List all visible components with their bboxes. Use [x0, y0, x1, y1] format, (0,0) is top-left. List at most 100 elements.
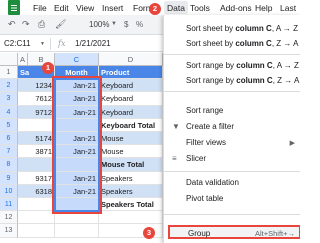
- table-cell[interactable]: Keyboard: [99, 79, 163, 93]
- table-cell[interactable]: 6318: [18, 184, 55, 198]
- table-cell[interactable]: [55, 198, 99, 212]
- table-cell[interactable]: Speakers Total: [99, 198, 163, 212]
- menu-divider: [164, 214, 300, 215]
- table-cell[interactable]: Keyboard Total: [99, 118, 163, 132]
- table-cell[interactable]: 5174: [18, 132, 55, 146]
- table-cell[interactable]: Mouse Total: [99, 158, 163, 172]
- redo-icon[interactable]: ↷: [22, 19, 30, 30]
- menu-item-filter-views[interactable]: Filter views: [186, 138, 226, 147]
- formula-input[interactable]: 1/21/2021: [75, 39, 111, 48]
- menu-item-slicer[interactable]: Slicer: [186, 154, 206, 163]
- row-header[interactable]: 13: [0, 224, 18, 238]
- menu-insert[interactable]: Insert: [102, 3, 123, 13]
- table-cell[interactable]: Mouse: [99, 145, 163, 159]
- undo-icon[interactable]: ↶: [8, 19, 16, 30]
- column-header-a[interactable]: A: [18, 53, 28, 66]
- table-header-cell[interactable]: Month: [55, 66, 99, 80]
- table-cell[interactable]: [18, 158, 55, 172]
- row-header[interactable]: 5: [0, 118, 18, 132]
- sheets-window: File Edit View Insert Form Data Tools Ad…: [0, 0, 300, 243]
- table-cell[interactable]: [18, 198, 55, 212]
- table-cell[interactable]: Jan-21: [55, 92, 99, 106]
- menu-item-sort-range-az[interactable]: Sort range by column C, A → Z: [186, 61, 299, 70]
- table-cell[interactable]: 9317: [18, 171, 55, 185]
- menu-item-create-filter[interactable]: Create a filter: [186, 122, 234, 131]
- menu-item-sort-range[interactable]: Sort range: [186, 106, 223, 115]
- table-cell[interactable]: [55, 224, 99, 238]
- table-cell[interactable]: [18, 224, 55, 238]
- table-cell[interactable]: Speakers: [99, 184, 163, 198]
- menu-item-sort-sheet-za[interactable]: Sort sheet by column C, Z → A: [186, 39, 298, 48]
- menu-addons[interactable]: Add-ons: [220, 3, 252, 13]
- table-cell[interactable]: Speakers: [99, 171, 163, 185]
- zoom-select[interactable]: 100%: [89, 20, 109, 29]
- menu-item-sort-sheet-az[interactable]: Sort sheet by column C, A → Z: [186, 24, 298, 33]
- table-cell[interactable]: 1234: [18, 79, 55, 93]
- menu-file[interactable]: File: [33, 3, 47, 13]
- table-cell[interactable]: [55, 158, 99, 172]
- row-header[interactable]: 2: [0, 79, 18, 93]
- menu-item-data-validation[interactable]: Data validation: [186, 178, 239, 187]
- row-header[interactable]: 6: [0, 132, 18, 146]
- column-header-d[interactable]: D: [99, 53, 163, 66]
- row-header[interactable]: 12: [0, 211, 18, 225]
- menu-divider: [164, 54, 300, 55]
- callout-badge-3: 3: [143, 227, 155, 239]
- name-box[interactable]: C2:C11: [4, 39, 31, 48]
- menu-last-edit[interactable]: Last: [280, 3, 296, 13]
- table-cell[interactable]: [18, 211, 55, 225]
- menu-item-group[interactable]: Group Alt+Shift+→: [168, 225, 300, 239]
- percent-format-button[interactable]: %: [136, 20, 143, 29]
- row-header[interactable]: 9: [0, 171, 18, 185]
- group-label: Group: [188, 229, 211, 238]
- slicer-icon: ≡: [172, 154, 177, 163]
- menu-edit[interactable]: Edit: [54, 3, 69, 13]
- table-cell[interactable]: Keyboard: [99, 105, 163, 119]
- name-box-dropdown-icon[interactable]: ▼: [40, 41, 45, 47]
- table-cell[interactable]: Jan-21: [55, 79, 99, 93]
- table-cell[interactable]: Mouse: [99, 132, 163, 146]
- menu-view[interactable]: View: [76, 3, 94, 13]
- table-cell[interactable]: 3871: [18, 145, 55, 159]
- table-cell[interactable]: 7612: [18, 92, 55, 106]
- menu-item-pivot-table[interactable]: Pivot table: [186, 194, 223, 203]
- submenu-arrow-icon: ▶: [289, 140, 295, 147]
- table-cell[interactable]: Jan-21: [55, 105, 99, 119]
- row-header[interactable]: 3: [0, 92, 18, 106]
- table-header-cell[interactable]: Product: [99, 66, 163, 80]
- row-header[interactable]: 1: [0, 66, 18, 80]
- row-header[interactable]: 4: [0, 105, 18, 119]
- sheets-logo-icon: [8, 0, 20, 15]
- table-cell[interactable]: [55, 118, 99, 132]
- callout-badge-2: 2: [149, 3, 161, 15]
- row-header[interactable]: 7: [0, 145, 18, 159]
- table-cell[interactable]: 9712: [18, 105, 55, 119]
- currency-format-button[interactable]: $: [124, 20, 128, 29]
- formula-separator: [50, 38, 51, 50]
- row-header[interactable]: 8: [0, 158, 18, 172]
- menu-divider: [164, 171, 300, 172]
- table-cell[interactable]: Jan-21: [55, 171, 99, 185]
- table-cell[interactable]: Jan-21: [55, 132, 99, 146]
- table-cell[interactable]: [55, 211, 99, 225]
- row-header[interactable]: 10: [0, 184, 18, 198]
- group-shortcut: Alt+Shift+→: [254, 229, 295, 238]
- menu-item-sort-range-za[interactable]: Sort range by column C, Z → A: [186, 76, 299, 85]
- menu-help[interactable]: Help: [255, 3, 272, 13]
- column-header-c[interactable]: C: [55, 53, 99, 66]
- table-cell[interactable]: Jan-21: [55, 145, 99, 159]
- select-all-corner[interactable]: [0, 53, 18, 66]
- menu-tools[interactable]: Tools: [190, 3, 210, 13]
- fx-icon: fx: [58, 39, 66, 48]
- zoom-dropdown-icon[interactable]: ▼: [111, 21, 117, 27]
- menu-data[interactable]: Data: [164, 1, 188, 14]
- data-menu: Sort sheet by column C, A → Z Sort sheet…: [163, 15, 300, 243]
- paint-format-icon[interactable]: 🖌: [55, 19, 66, 30]
- table-cell[interactable]: [99, 211, 163, 225]
- row-header[interactable]: 11: [0, 198, 18, 212]
- table-cell[interactable]: Keyboard: [99, 92, 163, 106]
- table-cell[interactable]: [18, 118, 55, 132]
- callout-badge-1: 1: [42, 62, 54, 74]
- table-cell[interactable]: Jan-21: [55, 184, 99, 198]
- print-icon[interactable]: ⎙: [38, 19, 45, 30]
